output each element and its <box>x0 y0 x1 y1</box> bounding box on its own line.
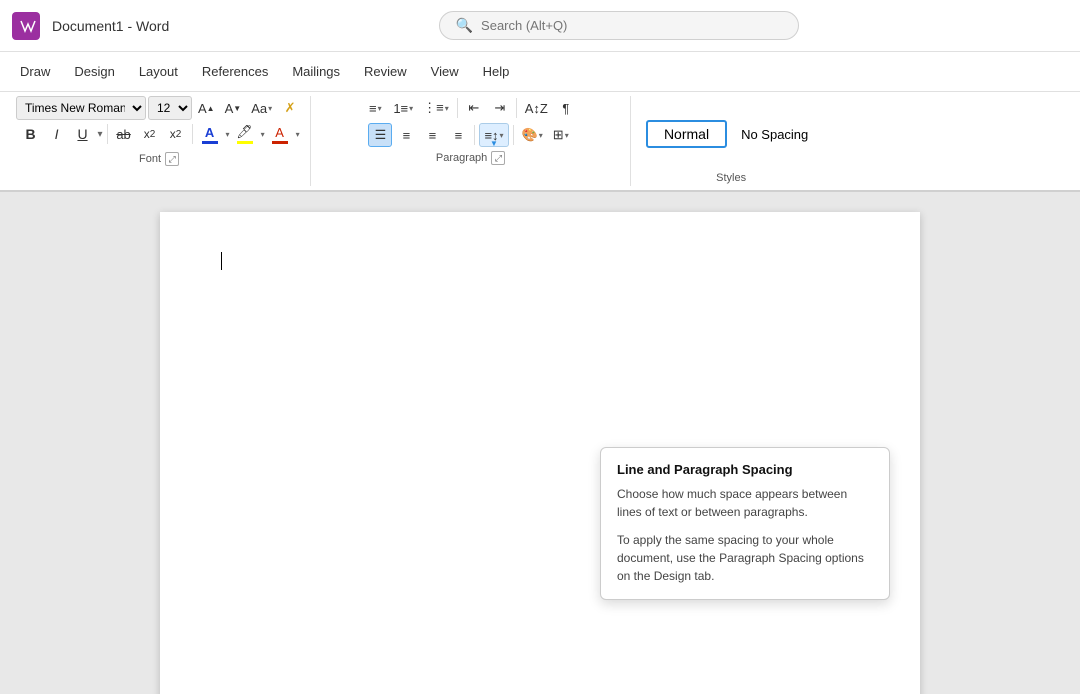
tooltip-title: Line and Paragraph Spacing <box>617 462 873 477</box>
menu-review[interactable]: Review <box>352 56 419 87</box>
decrease-font-button[interactable]: A▼ <box>221 96 246 120</box>
italic-button[interactable]: I <box>45 122 69 146</box>
menu-bar: Draw Design Layout References Mailings R… <box>0 52 1080 92</box>
menu-layout[interactable]: Layout <box>127 56 190 87</box>
font-group-label: Font ⤢ <box>139 148 179 168</box>
document-area: Line and Paragraph Spacing Choose how mu… <box>0 192 1080 694</box>
style-normal-button[interactable]: Normal <box>646 120 727 148</box>
font-name-select[interactable]: Times New Roman <box>16 96 146 120</box>
menu-design[interactable]: Design <box>62 56 126 87</box>
text-cursor <box>221 252 222 270</box>
subscript-button[interactable]: x2 <box>138 122 162 146</box>
search-icon: 🔍 <box>456 17 473 34</box>
strikethrough-button[interactable]: ab <box>112 122 136 146</box>
bullets-button[interactable]: ≡▾ <box>363 96 387 120</box>
menu-references[interactable]: References <box>190 56 280 87</box>
font-group: Times New Roman 12 A▲ A▼ Aa▾ ✗ B I U ▾ a… <box>8 96 311 186</box>
title-bar: Document1 - Word 🔍 <box>0 0 1080 52</box>
increase-indent-button[interactable]: ⇥ <box>488 96 512 120</box>
menu-mailings[interactable]: Mailings <box>280 56 352 87</box>
app-icon <box>12 12 40 40</box>
paragraph-group-label: Paragraph ⤢ <box>436 147 505 167</box>
bold-button[interactable]: B <box>19 122 43 146</box>
underline-button[interactable]: U <box>71 122 95 146</box>
tooltip-line2: To apply the same spacing to your whole … <box>617 531 873 585</box>
numbering-button[interactable]: 1≡▾ <box>389 96 417 120</box>
search-bar[interactable]: 🔍 <box>439 11 799 40</box>
borders-button[interactable]: ⊞▾ <box>549 123 573 147</box>
tooltip-body: Choose how much space appears between li… <box>617 485 873 585</box>
decrease-indent-button[interactable]: ⇤ <box>462 96 486 120</box>
menu-draw[interactable]: Draw <box>8 56 62 87</box>
shading-color-button[interactable]: A <box>267 122 293 146</box>
sort-button[interactable]: A↕Z <box>521 96 552 120</box>
change-case-button[interactable]: Aa▾ <box>247 96 276 120</box>
styles-group: Normal No Spacing Styles <box>631 96 831 186</box>
search-input[interactable] <box>481 18 731 33</box>
paragraph-group: ≡▾ 1≡▾ ⋮≡▾ ⇤ ⇥ A↕Z ¶ ☰ ≡ ≡ ≡ ≡↕▾ ▼ 🎨▾ ⊞▾ <box>311 96 631 186</box>
font-expand-button[interactable]: ⤢ <box>165 152 179 166</box>
align-right-button[interactable]: ≡ <box>420 123 444 147</box>
multilevel-list-button[interactable]: ⋮≡▾ <box>419 96 453 120</box>
align-left-button[interactable]: ☰ <box>368 123 392 147</box>
paragraph-expand-button[interactable]: ⤢ <box>491 151 505 165</box>
line-spacing-button[interactable]: ≡↕▾ ▼ <box>479 123 508 147</box>
tooltip-line1: Choose how much space appears between li… <box>617 485 873 521</box>
styles-group-label: Styles <box>716 168 746 186</box>
increase-font-button[interactable]: A▲ <box>194 96 219 120</box>
shading-button[interactable]: 🎨▾ <box>518 123 547 147</box>
superscript-button[interactable]: x2 <box>164 122 188 146</box>
align-center-button[interactable]: ≡ <box>394 123 418 147</box>
justify-button[interactable]: ≡ <box>446 123 470 147</box>
highlight-color-button[interactable]: 🖊 <box>232 122 258 146</box>
font-size-select[interactable]: 12 <box>148 96 192 120</box>
ribbon: Times New Roman 12 A▲ A▼ Aa▾ ✗ B I U ▾ a… <box>0 92 1080 192</box>
tooltip-line-spacing: Line and Paragraph Spacing Choose how mu… <box>600 447 890 600</box>
menu-view[interactable]: View <box>419 56 471 87</box>
menu-help[interactable]: Help <box>471 56 522 87</box>
font-color-button[interactable]: A <box>197 122 223 146</box>
clear-format-button[interactable]: ✗ <box>278 96 302 120</box>
style-nospacing-button[interactable]: No Spacing <box>733 123 816 146</box>
show-hide-button[interactable]: ¶ <box>554 96 578 120</box>
window-title: Document1 - Word <box>52 18 169 34</box>
